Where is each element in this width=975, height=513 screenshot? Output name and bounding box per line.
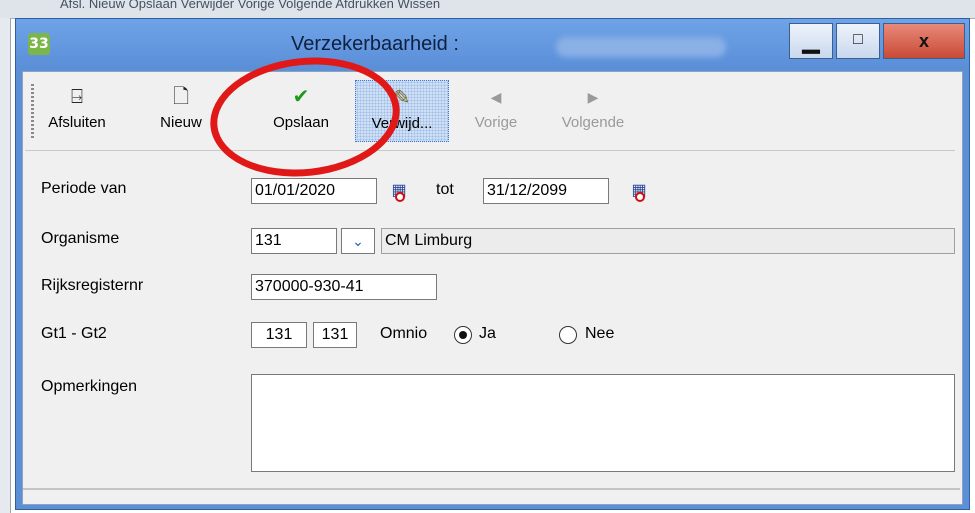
omnio-nee-radio[interactable]	[559, 326, 577, 344]
arrow-left-icon: ◀	[490, 89, 502, 105]
periode-van-input[interactable]: 01/01/2020	[251, 178, 377, 204]
minimize-icon: ▁	[802, 28, 820, 53]
afsluiten-button[interactable]: ⍈ Afsluiten	[41, 80, 113, 142]
periode-tot-input[interactable]: 31/12/2099	[483, 178, 609, 204]
vorige-button[interactable]: ◀ Vorige	[463, 80, 529, 142]
exit-door-icon: ⍈	[71, 86, 83, 108]
organisme-code-select[interactable]: 131	[251, 228, 337, 254]
toolbar: ⍈ Afsluiten 🗋 Nieuw ✔ Opslaan ✎ Verwijd.…	[25, 74, 955, 151]
calendar-from-icon[interactable]: ▦	[389, 180, 409, 202]
new-document-icon: 🗋	[172, 86, 190, 108]
window-title: Verzekerbaarheid :	[291, 33, 459, 55]
opmerkingen-textarea[interactable]	[251, 374, 955, 472]
omnio-ja-label: Ja	[479, 325, 496, 342]
chevron-down-icon[interactable]: ⌄	[341, 228, 375, 254]
nieuw-button[interactable]: 🗋 Nieuw	[151, 80, 211, 142]
bottom-divider	[23, 488, 960, 490]
omnio-ja-radio[interactable]	[454, 326, 472, 344]
maximize-button[interactable]: □	[836, 23, 880, 59]
volgende-button[interactable]: ▶ Volgende	[545, 80, 641, 142]
background-window-edge	[0, 18, 11, 513]
gt2-input[interactable]: 131	[313, 322, 357, 348]
rijksregister-input[interactable]: 370000-930-41	[251, 274, 437, 300]
app-icon: 33	[28, 33, 50, 55]
periode-van-label: Periode van	[41, 180, 127, 197]
afsluiten-label: Afsluiten	[48, 114, 106, 131]
rijksregister-label: Rijksregisternr	[41, 277, 144, 294]
close-icon: x	[918, 31, 929, 51]
toolbar-grip[interactable]	[31, 84, 34, 140]
title-bar[interactable]: 33 Verzekerbaarheid : ▁ □ x	[16, 19, 969, 69]
verzekerbaarheid-form: Periode van 01/01/2020 ▦ tot 31/12/2099 …	[23, 152, 960, 502]
gt1-input[interactable]: 131	[251, 322, 307, 348]
nieuw-label: Nieuw	[160, 114, 202, 131]
background-window-toolbar: Afsl. Nieuw Opslaan Verwijder Vorige Vol…	[0, 0, 975, 19]
redacted-name	[556, 37, 726, 57]
vorige-label: Vorige	[474, 114, 518, 131]
opmerkingen-label: Opmerkingen	[41, 378, 138, 395]
close-button[interactable]: x	[883, 23, 965, 59]
calendar-to-icon[interactable]: ▦	[629, 180, 649, 202]
minimize-button[interactable]: ▁	[789, 23, 833, 59]
arrow-right-icon: ▶	[587, 89, 599, 105]
verzekerbaarheid-dialog: 33 Verzekerbaarheid : ▁ □ x ⍈ Afsluiten …	[15, 18, 970, 510]
tot-label: tot	[436, 181, 454, 198]
organisme-label: Organisme	[41, 230, 120, 247]
omnio-label: Omnio	[380, 325, 428, 342]
organisme-name-field: CM Limburg	[381, 228, 955, 254]
volgende-label: Volgende	[561, 114, 625, 131]
background-menu-text: Afsl. Nieuw Opslaan Verwijder Vorige Vol…	[60, 0, 441, 11]
omnio-nee-label: Nee	[585, 325, 615, 342]
maximize-icon: □	[853, 31, 863, 48]
client-area: ⍈ Afsluiten 🗋 Nieuw ✔ Opslaan ✎ Verwijd.…	[22, 71, 963, 505]
gt1-gt2-label: Gt1 - Gt2	[41, 325, 107, 342]
